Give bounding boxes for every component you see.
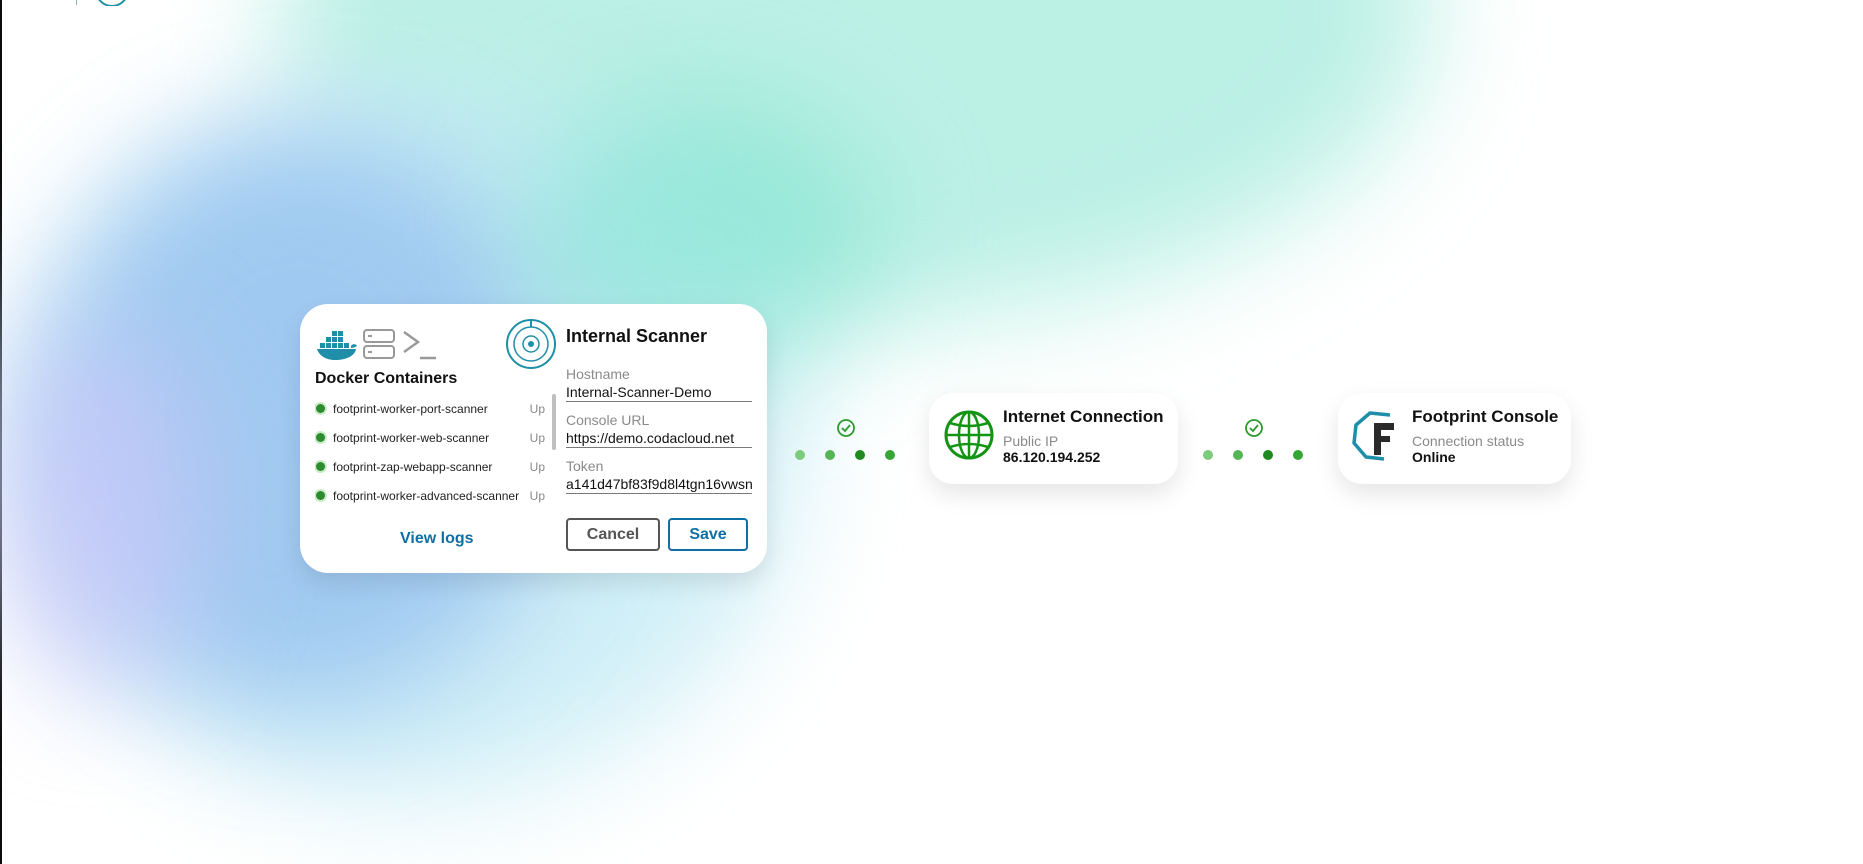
save-button[interactable]: Save: [668, 518, 748, 551]
connection-status-label: Connection status: [1412, 433, 1525, 449]
internet-connection-card: Internet Connection Public IP 86.120.194…: [929, 393, 1178, 484]
public-ip-value: 86.120.194.252: [1003, 449, 1101, 465]
terminal-icon[interactable]: [400, 326, 440, 362]
view-logs-link[interactable]: View logs: [400, 530, 474, 548]
token-label: Token: [566, 458, 604, 474]
status-dot-icon: [316, 404, 325, 413]
container-name: footprint-worker-web-scanner: [333, 430, 490, 445]
container-status: Up: [529, 430, 545, 445]
container-item: footprint-worker-web-scanner Up: [315, 423, 550, 452]
console-url-label: Console URL: [566, 412, 650, 428]
scanner-logo-small-icon: [98, 0, 126, 6]
internal-scanner-logo-icon: [506, 319, 556, 369]
hostname-input[interactable]: [566, 382, 752, 402]
footprint-logo-icon: [1352, 411, 1394, 461]
connection-dot: [795, 450, 805, 460]
status-dot-icon: [316, 491, 325, 500]
status-dot-icon: [316, 462, 325, 471]
container-status: Up: [529, 401, 545, 416]
footprint-console-title: Footprint Console: [1412, 407, 1559, 426]
check-circle-icon: [1245, 419, 1263, 437]
internet-connection-title: Internet Connection: [1003, 407, 1164, 426]
hostname-field: Hostname: [566, 366, 752, 402]
container-item: footprint-worker-discovery Up: [315, 510, 550, 516]
token-input[interactable]: [566, 474, 752, 494]
hostname-label: Hostname: [566, 366, 630, 382]
container-item: footprint-worker-advanced-scanner Up: [315, 481, 550, 510]
globe-icon: [944, 410, 994, 460]
connection-dot: [1293, 450, 1303, 460]
connection-dot: [1233, 450, 1243, 460]
window-edge: [0, 0, 2, 864]
background-gradient-blob: [280, 0, 1430, 320]
public-ip-label: Public IP: [1003, 433, 1059, 449]
brand-logo-icon: [18, 0, 58, 6]
container-name: footprint-worker-advanced-scanner: [333, 488, 520, 503]
connection-link-scanner-internet: [795, 419, 895, 460]
check-circle-icon: [837, 419, 855, 437]
connection-status-value: Online: [1412, 449, 1456, 465]
internal-scanner-card: Docker Containers footprint-worker-port-…: [300, 304, 767, 573]
container-name: footprint-zap-webapp-scanner: [333, 459, 493, 474]
internal-scanner-title: Internal Scanner: [566, 326, 708, 346]
container-list-scrollbar[interactable]: [552, 394, 556, 450]
connection-dot: [885, 450, 895, 460]
background-gradient-blob: [0, 330, 200, 690]
console-url-input[interactable]: [566, 428, 752, 448]
container-status: Up: [529, 488, 545, 503]
container-list[interactable]: footprint-worker-port-scanner Up footpri…: [315, 394, 550, 516]
docker-containers-title: Docker Containers: [315, 370, 458, 387]
container-name: footprint-worker-port-scanner: [333, 401, 488, 416]
connection-link-internet-console: [1203, 419, 1303, 460]
connection-dot: [1203, 450, 1213, 460]
connection-dot: [855, 450, 865, 460]
container-status: Up: [529, 459, 545, 474]
docker-icon[interactable]: [316, 326, 358, 362]
container-item: footprint-worker-port-scanner Up: [315, 394, 550, 423]
connection-dot: [825, 450, 835, 460]
container-item: footprint-zap-webapp-scanner Up: [315, 452, 550, 481]
status-dot-icon: [316, 433, 325, 442]
connection-dot: [1263, 450, 1273, 460]
scanner-icon-toolbar: [316, 326, 440, 362]
token-field: Token: [566, 458, 752, 494]
cancel-button[interactable]: Cancel: [566, 518, 660, 551]
footprint-console-card: Footprint Console Connection status Onli…: [1338, 393, 1571, 484]
console-url-field: Console URL: [566, 412, 752, 448]
server-icon[interactable]: [362, 326, 396, 362]
